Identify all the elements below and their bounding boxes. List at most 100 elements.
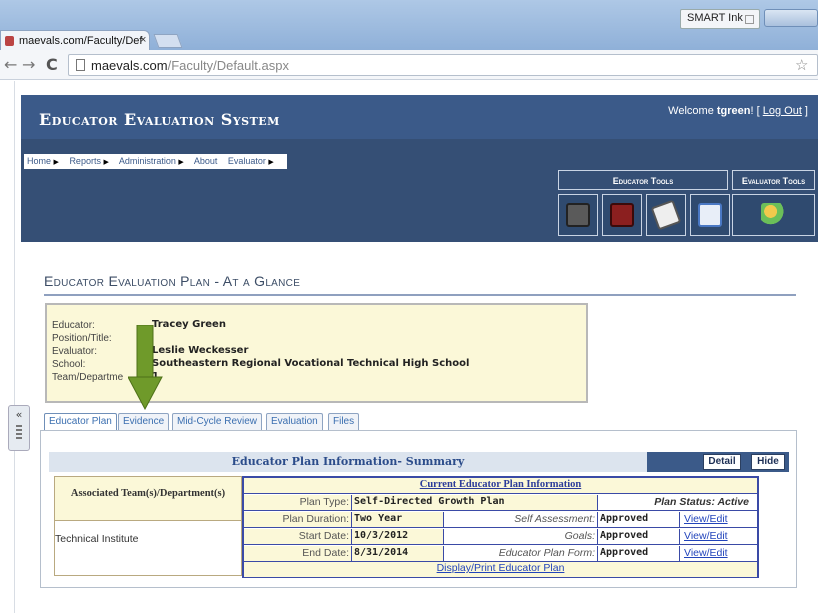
bookmark-star-icon[interactable]: ☆: [795, 56, 808, 74]
goals-view-edit-link[interactable]: View/Edit: [679, 529, 757, 544]
summary-header-bar: Educator Plan Information- Summary: [49, 452, 647, 472]
educator-plan-form-view-edit-link[interactable]: View/Edit: [679, 546, 757, 561]
menu-icon: [745, 15, 754, 24]
url-path: /Faculty/Default.aspx: [167, 58, 289, 73]
left-gutter: [0, 81, 20, 613]
people-tool-button[interactable]: [732, 194, 815, 236]
reload-icon[interactable]: C: [46, 55, 58, 74]
tab-evidence[interactable]: Evidence: [118, 413, 170, 430]
summary-title: Educator Plan Information- Summary: [231, 455, 465, 468]
address-bar[interactable]: maevals.com/Faculty/Default.aspx ☆: [68, 54, 818, 76]
end-date-value: 8/31/2014: [351, 546, 443, 561]
table-row: Start Date: 10/3/2012 Goals: Approved Vi…: [244, 529, 757, 545]
forward-icon[interactable]: →: [22, 55, 35, 74]
educator-tools-header: Educator Tools: [558, 170, 728, 190]
side-panel-handle[interactable]: «: [8, 405, 30, 451]
nav-band: Home ▶ Reports ▶ Administration ▶ About …: [21, 139, 818, 242]
start-date-value: 10/3/2012: [351, 529, 443, 544]
plan-duration-label: Plan Duration:: [244, 512, 351, 527]
close-icon[interactable]: ×: [140, 34, 146, 46]
goals-status: Approved: [597, 529, 679, 544]
menu-label: Home: [27, 156, 52, 166]
menu-label: Evaluator: [227, 156, 266, 166]
welcome-text: Welcome tgreen! [ Log Out ]: [668, 105, 808, 117]
tab-evaluation[interactable]: Evaluation: [266, 413, 323, 430]
system-title: Educator Evaluation System: [39, 110, 280, 129]
username: tgreen: [716, 105, 751, 117]
associated-team-value: Technical Institute: [55, 533, 139, 545]
title-divider: [44, 294, 796, 296]
cabinet-icon: [566, 203, 590, 227]
grip-icon: [16, 425, 22, 441]
self-assessment-status: Approved: [597, 512, 679, 527]
smart-ink-label: SMART Ink: [687, 12, 743, 24]
start-date-label: Start Date:: [244, 529, 351, 544]
educator-plan-form-label: Educator Plan Form:: [443, 546, 597, 561]
plan-type-value: Self-Directed Growth Plan: [351, 495, 597, 510]
browser-tab[interactable]: maevals.com/Faculty/Def ×: [0, 30, 150, 50]
goals-label: Goals:: [443, 529, 597, 544]
evaluator-label: Evaluator:: [52, 346, 98, 357]
welcome-prefix: Welcome: [668, 105, 717, 117]
evaluator-tools-header: Evaluator Tools: [732, 170, 815, 190]
url-host: maevals.com: [91, 58, 168, 73]
id-card-tool-button[interactable]: [690, 194, 730, 236]
position-label: Position/Title:: [52, 333, 112, 344]
display-print-plan-link[interactable]: Display/Print Educator Plan: [244, 562, 757, 577]
back-icon[interactable]: ←: [4, 55, 17, 74]
down-arrow-annotation-icon: [128, 325, 163, 410]
table-row: Plan Duration: Two Year Self Assessment:…: [244, 512, 757, 528]
collapse-icon: «: [15, 408, 23, 421]
checklist-icon: [650, 199, 682, 231]
page-title: Educator Evaluation Plan - At a Glance: [44, 273, 301, 289]
menu-label: Administration: [118, 156, 176, 166]
menu-item-administration[interactable]: Administration ▶: [119, 156, 184, 166]
table-row: End Date: 8/31/2014 Educator Plan Form: …: [244, 546, 757, 562]
summary-controls: Detail Hide: [647, 452, 789, 472]
toolbox-tool-button[interactable]: [602, 194, 642, 236]
tab-mid-cycle-review[interactable]: Mid-Cycle Review: [172, 413, 263, 430]
cabinet-tool-button[interactable]: [558, 194, 598, 236]
logout-link[interactable]: Log Out: [763, 105, 802, 117]
educator-plan-form-status: Approved: [597, 546, 679, 561]
arrow-right-icon: ▶: [178, 159, 184, 166]
menu-item-evaluator[interactable]: Evaluator ▶: [228, 156, 274, 166]
favicon-icon: [5, 36, 14, 46]
app-banner: Educator Evaluation System Welcome tgree…: [21, 95, 818, 139]
welcome-close: ]: [801, 105, 808, 117]
menu-label: Reports: [69, 156, 101, 166]
people-icon: [761, 203, 785, 227]
plan-type-label: Plan Type:: [244, 495, 351, 510]
browser-toolbar: ← → C maevals.com/Faculty/Default.aspx ☆: [0, 50, 818, 80]
toolbox-icon: [610, 203, 634, 227]
detail-button[interactable]: Detail: [703, 454, 741, 470]
main-menu: Home ▶ Reports ▶ Administration ▶ About …: [24, 154, 287, 169]
checklist-tool-button[interactable]: [646, 194, 686, 236]
tab-files[interactable]: Files: [328, 413, 360, 430]
smart-ink-button[interactable]: SMART Ink: [680, 9, 760, 29]
hide-button[interactable]: Hide: [751, 454, 785, 470]
menu-item-reports[interactable]: Reports ▶: [69, 156, 108, 166]
page-icon: [76, 59, 85, 71]
menu-item-about[interactable]: About: [194, 156, 218, 166]
new-tab-button[interactable]: [153, 34, 183, 48]
educator-info-box: Educator: Tracey Green Position/Title: E…: [45, 303, 588, 403]
school-value: Southeastern Regional Vocational Technic…: [152, 358, 470, 369]
window-controls[interactable]: [764, 9, 818, 27]
tab-educator-plan[interactable]: Educator Plan: [44, 413, 117, 430]
school-label: School:: [52, 359, 86, 370]
educator-label: Educator:: [52, 320, 95, 331]
arrow-right-icon: ▶: [53, 159, 59, 166]
tab-title: maevals.com/Faculty/Def: [19, 35, 143, 47]
plan-duration-value: Two Year: [351, 512, 443, 527]
team-label: Team/Departme: [52, 372, 124, 383]
end-date-label: End Date:: [244, 546, 351, 561]
arrow-right-icon: ▶: [268, 159, 274, 166]
plan-status: Plan Status: Active: [597, 495, 757, 510]
id-card-icon: [698, 203, 722, 227]
current-plan-table: Current Educator Plan Information Plan T…: [242, 476, 759, 578]
self-assessment-view-edit-link[interactable]: View/Edit: [679, 512, 757, 527]
menu-item-home[interactable]: Home ▶: [27, 156, 59, 166]
menu-label: About: [193, 156, 218, 166]
associated-teams-table: Associated Team(s)/Department(s) Technic…: [54, 476, 242, 576]
